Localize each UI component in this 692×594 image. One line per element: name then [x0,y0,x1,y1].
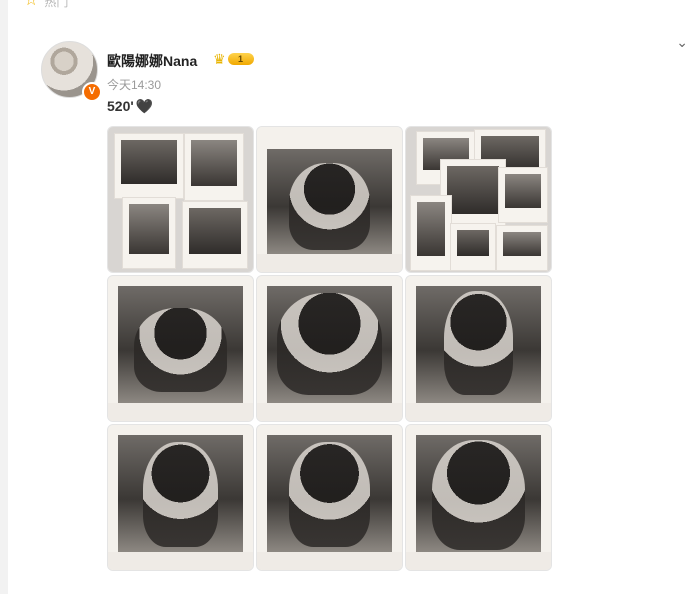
crown-icon: ♛ [213,50,226,67]
tile-1-polaroid-b [184,133,244,201]
post-text-content: 520' [107,98,134,114]
tile-2[interactable] [256,126,403,273]
tile-4-bottom-border [108,403,253,421]
user-name-link[interactable]: 歐陽娜娜Nana [107,51,197,71]
tile-8-bottom-border [257,552,402,570]
tile-4-subject [134,307,227,392]
post-time[interactable]: 今天14:30 [107,76,161,93]
tile-1[interactable] [107,126,254,273]
tile-3-polaroid-d [498,167,548,223]
black-heart-icon: 🖤 [135,98,154,114]
tile-9-subject [432,439,525,550]
top-strip: ☆ 热门 [24,0,68,10]
tile-1-polaroid-a [114,133,184,199]
tile-7-subject [142,442,219,547]
tile-4[interactable] [107,275,254,422]
tile-1-polaroid-d [182,201,248,269]
tile-3-polaroid-e-photo [417,202,445,256]
tile-7[interactable] [107,424,254,571]
tile-3-polaroid-d-photo [505,174,541,208]
tile-1-polaroid-d-photo [189,208,241,254]
verified-badge-icon: V [82,82,102,102]
tile-3[interactable] [405,126,552,273]
tile-1-polaroid-c [122,197,176,269]
tile-8[interactable] [256,424,403,571]
tile-2-subject [288,163,371,251]
tile-6-bottom-border [406,403,551,421]
post-text: 520' 🖤 [107,98,153,115]
tile-3-polaroid-f [450,223,496,271]
tile-1-polaroid-b-photo [191,140,237,186]
tile-9-bottom-border [406,552,551,570]
tile-2-bottom-border [257,254,402,272]
tile-6[interactable] [405,275,552,422]
tile-3-polaroid-f-photo [457,230,489,256]
tile-8-subject [288,442,371,547]
vip-badge[interactable]: ♛ 1 [213,51,254,67]
tile-7-bottom-border [108,552,253,570]
tile-1-polaroid-c-photo [129,204,169,254]
tile-1-polaroid-a-photo [121,140,177,184]
tile-9[interactable] [405,424,552,571]
tile-3-polaroid-e [410,195,452,271]
top-strip-label: 热门 [44,0,69,9]
tile-3-polaroid-c-photo [447,166,499,214]
left-rail [0,0,8,594]
tile-3-polaroid-g-photo [503,232,541,256]
tile-3-polaroid-g [496,225,548,271]
tile-5[interactable] [256,275,403,422]
image-grid [107,126,552,571]
vip-level: 1 [227,53,254,65]
star-icon: ☆ [24,0,39,9]
tile-5-bottom-border [257,403,402,421]
tile-5-subject [277,293,382,395]
post-menu-chevron-icon[interactable]: ⌄ [676,34,688,51]
tile-6-subject [443,290,514,395]
